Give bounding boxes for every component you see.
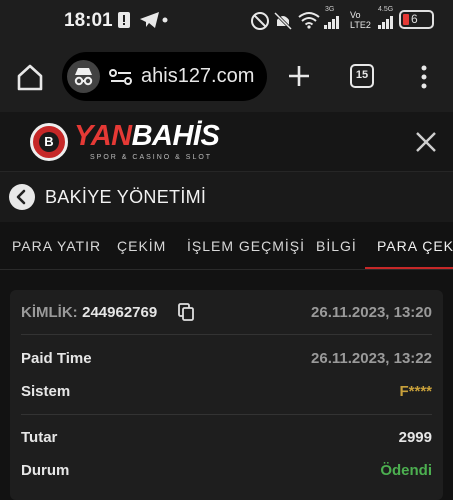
battery-icon: 6 — [399, 10, 434, 29]
tab-bar: PARA YATIR ÇEKİM İŞLEM GEÇMİŞİ BİLGİ PAR… — [0, 222, 453, 270]
id-label: KİMLİK: — [21, 304, 78, 321]
amount-row: Tutar 2999 — [21, 429, 432, 447]
system-value: F**** — [399, 383, 432, 400]
battery-level: 6 — [411, 12, 418, 26]
signal-icon — [324, 16, 339, 29]
tab-history[interactable]: İŞLEM GEÇMİŞİ — [187, 238, 305, 254]
logo[interactable]: YANBAHİS — [74, 120, 220, 153]
tab-withdraw[interactable]: ÇEKİM — [117, 238, 166, 254]
tab-deposit[interactable]: PARA YATIR — [12, 238, 101, 254]
tab-switcher-button[interactable]: 15 — [350, 64, 374, 88]
transaction-card: KİMLİK: 244962769 26.11.2023, 13:20 Paid… — [10, 290, 443, 500]
url-text: ahis127.com — [141, 65, 255, 87]
status-label: Durum — [21, 462, 70, 479]
divider — [21, 414, 432, 415]
address-bar[interactable]: ahis127.com — [62, 52, 267, 101]
logo-yan: YAN — [74, 120, 132, 152]
logo-mark[interactable]: B — [30, 123, 68, 161]
main-content: KİMLİK: 244962769 26.11.2023, 13:20 Paid… — [0, 270, 453, 500]
tab-info[interactable]: BİLGİ — [316, 238, 357, 254]
status-value: Ödendi — [380, 462, 432, 479]
tab-withdrawals[interactable]: PARA ÇEKME — [377, 238, 453, 254]
amount-value: 2999 — [398, 429, 432, 446]
new-tab-icon[interactable] — [287, 64, 311, 88]
nfc-off-icon — [251, 12, 269, 30]
paid-time-value: 26.11.2023, 13:22 — [311, 350, 432, 367]
status-bar: 18:01 3G Vo LTE2 4.5G 6 — [0, 0, 453, 40]
amount-label: Tutar — [21, 429, 58, 446]
created-date: 26.11.2023, 13:20 — [311, 304, 432, 321]
page-title: BAKİYE YÖNETİMİ — [45, 187, 207, 207]
signal-2-icon — [378, 16, 393, 29]
network-4g-label: 4.5G — [378, 6, 394, 13]
site-header: B YANBAHİS SPOR & CASINO & SLOT — [0, 112, 453, 172]
status-time: 18:01 — [64, 10, 113, 31]
dot-icon — [162, 17, 168, 23]
volte-label: Vo LTE2 — [350, 10, 371, 30]
back-button[interactable] — [9, 184, 35, 210]
home-icon[interactable] — [15, 62, 45, 92]
site-settings-icon[interactable] — [109, 69, 133, 85]
page-title-bar: BAKİYE YÖNETİMİ — [0, 172, 453, 222]
id-value: 244962769 — [82, 304, 158, 321]
system-row: Sistem F**** — [21, 383, 432, 401]
logo-bahis: BAHİS — [131, 120, 220, 152]
chevron-left-icon — [16, 189, 26, 205]
status-row: Durum Ödendi — [21, 462, 432, 480]
copy-icon[interactable] — [178, 303, 194, 321]
system-label: Sistem — [21, 383, 71, 400]
close-icon[interactable] — [412, 128, 440, 156]
browser-toolbar: ahis127.com 15 — [0, 40, 453, 112]
telegram-icon — [140, 12, 159, 28]
wifi-icon — [298, 12, 320, 29]
incognito-icon[interactable] — [67, 60, 100, 93]
overflow-menu-icon[interactable] — [420, 65, 428, 89]
paid-time-label: Paid Time — [21, 350, 92, 367]
divider — [21, 334, 432, 335]
network-3g-label: 3G — [325, 6, 335, 13]
id-row: KİMLİK: 244962769 26.11.2023, 13:20 — [21, 303, 432, 322]
paid-time-row: Paid Time 26.11.2023, 13:22 — [21, 350, 432, 368]
mute-icon — [274, 11, 292, 31]
notification-icon — [118, 12, 130, 28]
logo-subtitle: SPOR & CASINO & SLOT — [90, 154, 213, 161]
